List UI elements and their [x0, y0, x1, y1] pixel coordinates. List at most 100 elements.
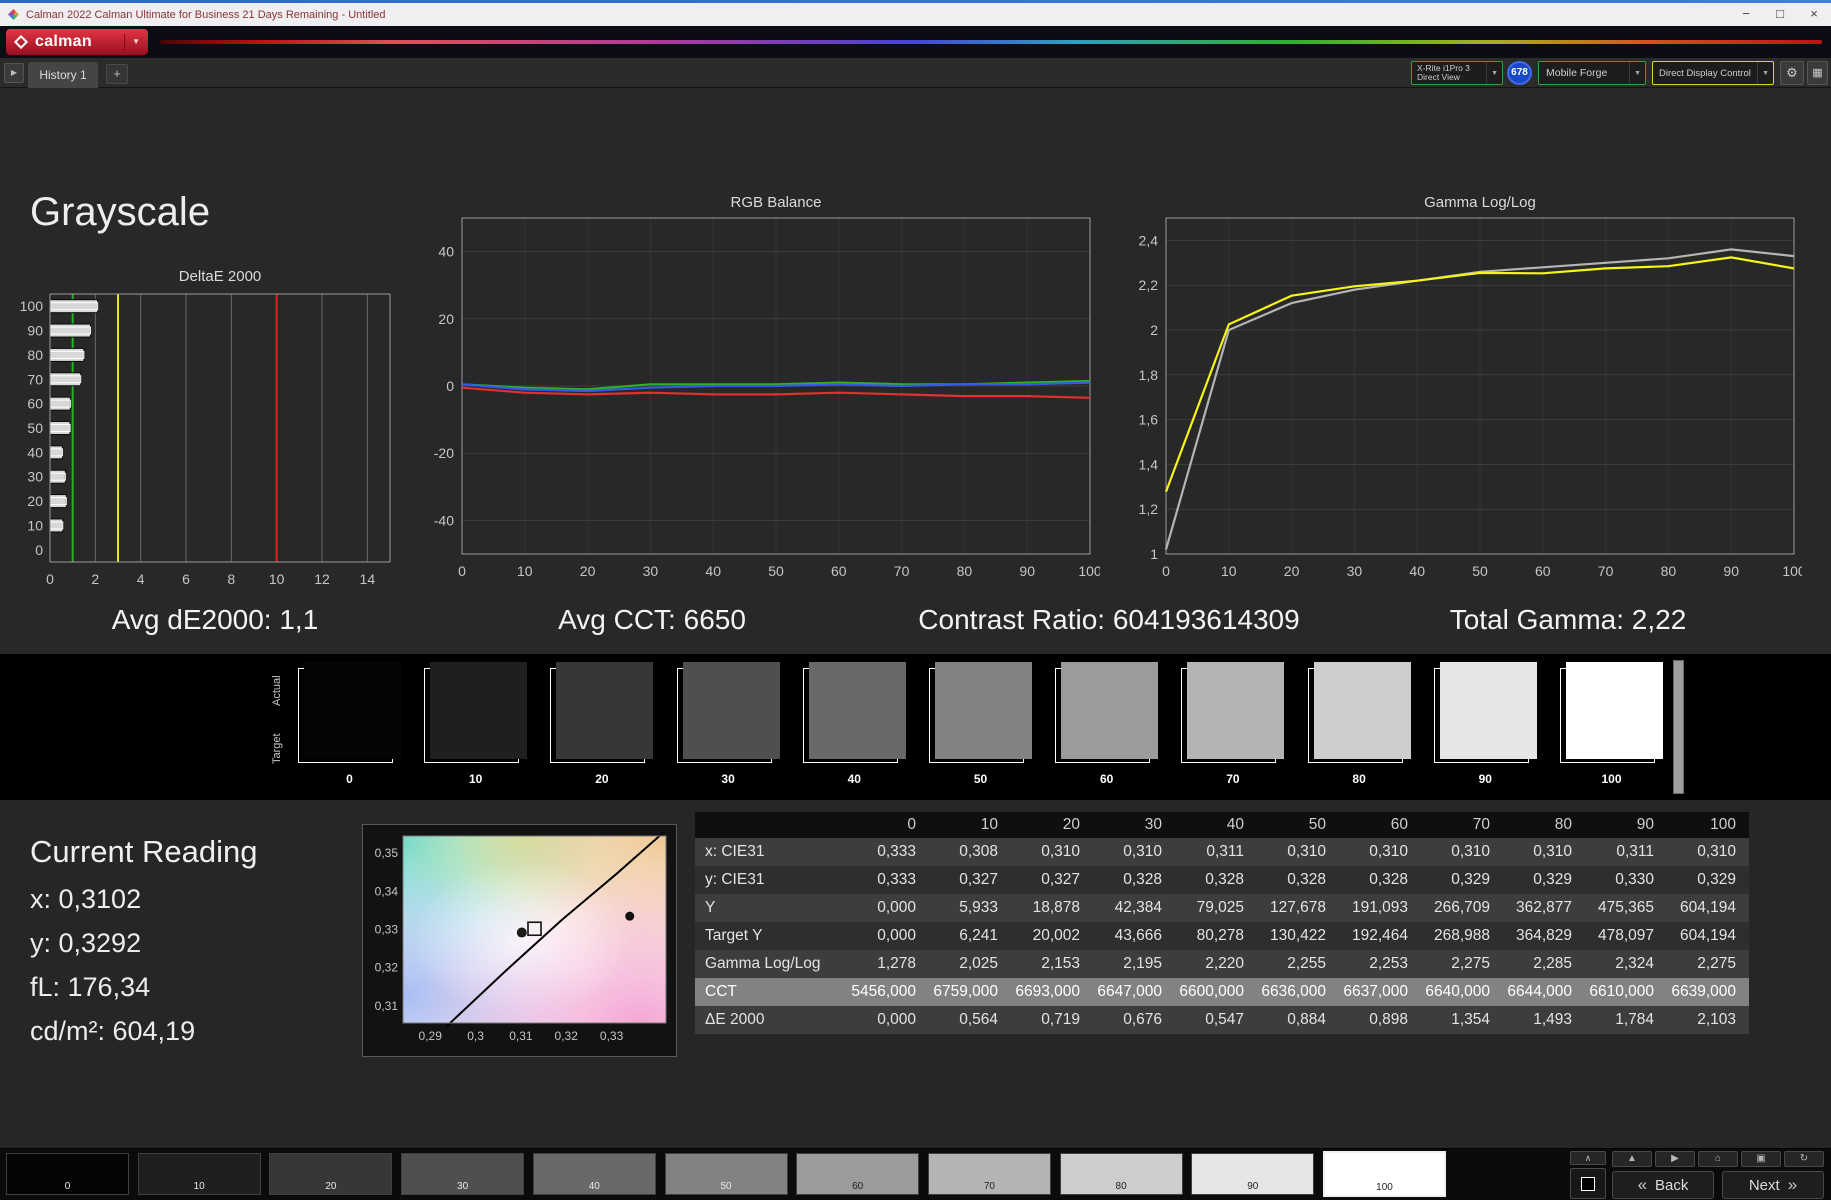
pattern-button-40[interactable]: 40 [532, 1153, 656, 1195]
svg-text:0,32: 0,32 [555, 1029, 579, 1043]
app-icon [8, 9, 19, 20]
table-cell: 0,329 [1697, 871, 1736, 888]
pattern-button-10[interactable]: 10 [137, 1153, 261, 1195]
chevron-down-icon: ▼ [1629, 62, 1645, 84]
next-button[interactable]: Next » [1722, 1171, 1824, 1199]
display-control-dropdown[interactable]: Direct Display Control ▼ [1652, 61, 1774, 85]
table-cell: 0,310 [1369, 843, 1408, 860]
table-cell: 192,464 [1351, 927, 1408, 944]
window-title: Calman 2022 Calman Ultimate for Business… [26, 8, 386, 21]
svg-text:-20: -20 [434, 445, 454, 461]
table-cell: 268,988 [1433, 927, 1490, 944]
svg-text:10: 10 [27, 517, 43, 533]
table-cell: 362,877 [1515, 899, 1572, 916]
swatch-level-label: 40 [847, 772, 861, 786]
pattern-button-100[interactable]: 100 [1323, 1151, 1446, 1197]
actual-square [808, 662, 906, 759]
tab-scroll-button[interactable]: ▶ [4, 63, 24, 83]
chevron-up-button[interactable]: ∧ [1570, 1151, 1606, 1165]
reading-fl: fL: 176,34 [30, 972, 151, 1002]
play-button[interactable]: ▶ [1655, 1151, 1695, 1167]
svg-text:50: 50 [27, 420, 43, 436]
tab-history-1[interactable]: History 1 [28, 62, 98, 88]
pattern-button-0[interactable]: 0 [6, 1153, 129, 1195]
table-column-header: 20 [1011, 812, 1093, 838]
table-cell: 364,829 [1515, 927, 1572, 944]
table-cell: 0,329 [1533, 871, 1572, 888]
pattern-button-60[interactable]: 60 [796, 1153, 920, 1195]
refresh-button[interactable]: ↻ [1784, 1151, 1824, 1167]
table-cell: 2,253 [1369, 955, 1408, 972]
capture-button[interactable]: ▣ [1741, 1151, 1781, 1167]
table-cell: 0,328 [1123, 871, 1162, 888]
table-cell: 0,328 [1287, 871, 1326, 888]
table-row: y: CIE31 0,333 0,327 0,327 0,328 0,328 0,328 0,… [695, 866, 1749, 894]
settings-gear-button[interactable]: ⚙ [1780, 61, 1804, 85]
close-button[interactable]: × [1797, 3, 1831, 26]
table-cell: 6610,000 [1589, 983, 1654, 1000]
svg-text:40: 40 [705, 563, 721, 579]
table-cell: 43,666 [1114, 927, 1162, 944]
table-cell: 2,285 [1533, 955, 1572, 972]
svg-text:0,31: 0,31 [375, 999, 399, 1013]
pattern-button-80[interactable]: 80 [1059, 1153, 1183, 1195]
table-row-label: Target Y [705, 927, 763, 944]
svg-text:0,34: 0,34 [375, 884, 399, 898]
table-cell: 2,153 [1041, 955, 1080, 972]
actual-row-label: Actual [271, 675, 283, 707]
svg-text:20: 20 [27, 493, 43, 509]
chevron-down-icon: ▼ [1486, 62, 1502, 84]
table-cell: 1,493 [1533, 1011, 1572, 1028]
table-row-label: x: CIE31 [705, 843, 765, 860]
swatch-level-label: 80 [1352, 772, 1366, 786]
table-cell: 2,275 [1697, 955, 1736, 972]
grayscale-swatch-50: 50 [929, 662, 1032, 788]
back-button[interactable]: « Back [1612, 1171, 1714, 1199]
pattern-button-50[interactable]: 50 [664, 1153, 788, 1195]
table-cell: 0,327 [959, 871, 998, 888]
pattern-window-icon [1581, 1176, 1595, 1191]
pattern-button-90[interactable]: 90 [1191, 1153, 1315, 1195]
svg-text:10: 10 [269, 571, 285, 587]
reading-cdm2: cd/m²: 604,19 [30, 1016, 196, 1046]
actual-square [304, 662, 401, 759]
meter-status-badge[interactable]: 678 [1507, 61, 1532, 85]
svg-text:0,32: 0,32 [375, 961, 399, 975]
swatch-scrollbar[interactable] [1673, 660, 1684, 794]
table-cell: 0,311 [1616, 843, 1654, 860]
grayscale-swatch-10: 10 [424, 662, 528, 788]
pattern-strip: 0 10 20 30 40 50 60 70 80 90 100 [0, 1149, 1831, 1200]
table-cell: 6636,000 [1261, 983, 1326, 1000]
grayscale-swatch-strip: Actual Target 0 10 20 30 40 50 60 70 80 90 100 [0, 654, 1831, 800]
minimize-button[interactable]: − [1729, 3, 1763, 26]
table-cell: 475,365 [1597, 899, 1654, 916]
pattern-button-label: 70 [983, 1181, 995, 1192]
pattern-button-30[interactable]: 30 [401, 1153, 525, 1195]
pattern-button-20[interactable]: 20 [269, 1153, 393, 1195]
rgb-balance-chart-title: RGB Balance [730, 194, 822, 211]
arrow-up-button[interactable]: ▲ [1612, 1151, 1652, 1167]
table-row: Gamma Log/Log 1,278 2,025 2,153 2,195 2,220 2,… [695, 950, 1749, 978]
pattern-button-label: 40 [588, 1181, 600, 1192]
table-cell: 0,310 [1287, 843, 1326, 860]
workspace-layout-button[interactable]: ▦ [1807, 61, 1828, 85]
table-cell: 0,308 [959, 843, 998, 860]
swatch-level-label: 60 [1100, 772, 1114, 786]
pattern-button-70[interactable]: 70 [927, 1153, 1051, 1195]
grayscale-swatch-0: 0 [298, 662, 401, 788]
pattern-window-button[interactable] [1570, 1168, 1606, 1199]
table-cell: 0,333 [877, 843, 916, 860]
svg-text:4: 4 [137, 571, 145, 587]
home-button[interactable]: ⌂ [1698, 1151, 1738, 1167]
add-tab-button[interactable]: + [106, 64, 128, 84]
calman-menu-button[interactable]: calman ▼ [6, 29, 148, 55]
table-cell: 604,194 [1679, 927, 1736, 944]
measurement-table: 0 10 20 30 40 50 60 70 80 90 100 x: CIE31 0,333 0,308… [695, 812, 1749, 1034]
source-dropdown[interactable]: Mobile Forge ▼ [1538, 61, 1646, 85]
maximize-button[interactable]: □ [1763, 3, 1797, 26]
table-cell: 478,097 [1597, 927, 1654, 944]
table-cell: 0,000 [877, 1011, 916, 1028]
table-cell: 0,329 [1451, 871, 1490, 888]
grayscale-swatch-100: 100 [1560, 662, 1663, 788]
meter-dropdown[interactable]: X-Rite i1Pro 3 Direct View ▼ [1411, 61, 1503, 85]
